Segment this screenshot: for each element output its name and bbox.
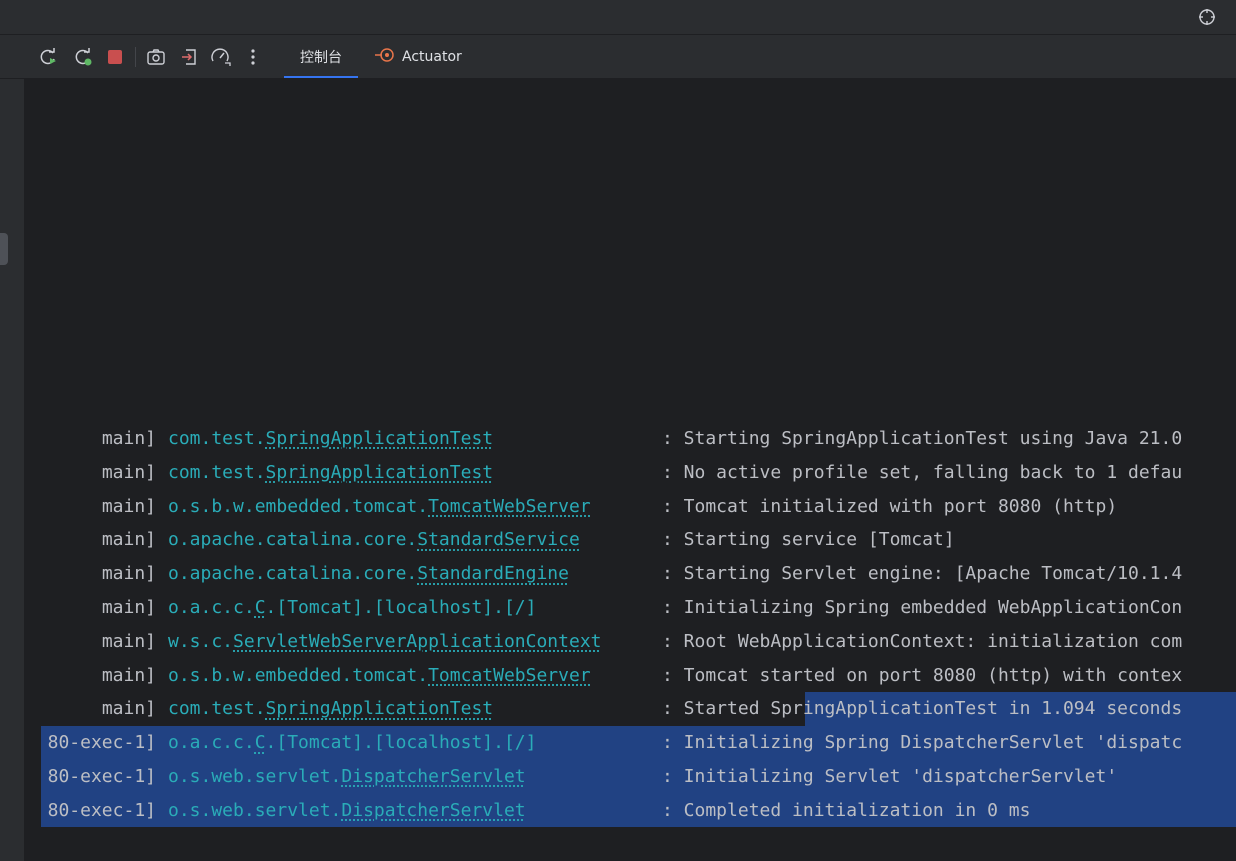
- log-message: : Initializing Spring DispatcherServlet …: [662, 732, 1183, 754]
- log-logger[interactable]: o.s.b.w.embedded.tomcat.TomcatWebServer: [168, 490, 591, 524]
- active-tab-indicator: [284, 76, 358, 78]
- logger-package: o.s.web.servlet.: [168, 766, 342, 787]
- logger-package: o.s.b.w.embedded.tomcat.: [168, 495, 429, 517]
- logger-package: com.test.: [168, 698, 266, 720]
- log-message: : Initializing Servlet 'dispatcherServle…: [662, 766, 1118, 787]
- logger-class-link[interactable]: C: [255, 732, 266, 753]
- log-line[interactable]: main] o.s.b.w.embedded.tomcat.TomcatWebSe…: [25, 490, 1236, 524]
- log-message: : Initializing Spring embedded WebApplic…: [662, 597, 1183, 618]
- logger-package: o.a.c.c.: [168, 597, 255, 618]
- log-thread: main]: [101, 428, 156, 449]
- logger-class-link[interactable]: ServletWebServerApplicationContext: [233, 631, 601, 652]
- log-thread: main]: [101, 495, 156, 517]
- log-message: : Starting service [Tomcat]: [662, 529, 955, 551]
- stop-icon[interactable]: [104, 46, 126, 68]
- actuator-icon: [374, 47, 396, 67]
- toolbar-separator: [135, 47, 136, 67]
- log-message: : Tomcat started on port 8080 (http) wit…: [662, 664, 1183, 686]
- log-message: : Tomcat initialized with port 8080 (htt…: [662, 495, 1118, 517]
- logger-package: o.s.b.w.embedded.tomcat.: [168, 664, 429, 686]
- logger-class-link[interactable]: TomcatWebServer: [428, 665, 591, 686]
- logger-package: w.s.c.: [168, 630, 234, 652]
- rerun-icon[interactable]: [37, 46, 59, 68]
- log-logger[interactable]: o.s.web.servlet.DispatcherServlet: [168, 794, 526, 828]
- log-logger[interactable]: o.apache.catalina.core.StandardService: [168, 523, 580, 557]
- logger-package: o.apache.catalina.core.: [168, 563, 418, 585]
- console-output[interactable]: main] com.test.SpringApplicationTest: Sta…: [25, 79, 1236, 861]
- log-thread: 80-exec-1]: [47, 732, 156, 754]
- log-message: : No active profile set, falling back to…: [662, 461, 1183, 483]
- logger-class-link[interactable]: DispatcherServlet: [341, 800, 525, 821]
- log-logger[interactable]: o.s.web.servlet.DispatcherServlet: [168, 760, 526, 794]
- log-logger[interactable]: o.a.c.c.C.[Tomcat].[localhost].[/]: [168, 726, 536, 760]
- log-line[interactable]: main] w.s.c.ServletWebServerApplicationCo…: [25, 625, 1236, 659]
- logger-class-link[interactable]: TomcatWebServer: [428, 496, 591, 517]
- logger-package: o.a.c.c.: [168, 732, 255, 754]
- logger-class-link[interactable]: C: [255, 597, 266, 618]
- performance-icon[interactable]: [210, 46, 232, 68]
- tab-actuator[interactable]: Actuator: [374, 35, 462, 78]
- log-logger[interactable]: o.s.b.w.embedded.tomcat.TomcatWebServer: [168, 659, 591, 693]
- log-line[interactable]: main] o.apache.catalina.core.StandardServ…: [25, 523, 1236, 557]
- log-message: : Root WebApplicationContext: initializa…: [662, 630, 1183, 652]
- logger-suffix: .[Tomcat].[localhost].[/]: [265, 732, 537, 754]
- more-icon[interactable]: [242, 46, 264, 68]
- log-thread: 80-exec-1]: [47, 766, 156, 787]
- gutter-handle[interactable]: [0, 233, 8, 265]
- log-line[interactable]: main] o.a.c.c.C.[Tomcat].[localhost].[/]:…: [25, 591, 1236, 625]
- log-line[interactable]: main] com.test.SpringApplicationTest : No …: [25, 456, 1236, 490]
- title-bar: [0, 0, 1236, 35]
- tab-console-label: 控制台: [300, 49, 342, 66]
- logger-package: com.test.: [168, 461, 266, 483]
- log-thread: main]: [101, 529, 156, 551]
- log-thread: main]: [101, 664, 156, 686]
- logger-class-link[interactable]: SpringApplicationTest: [266, 462, 494, 483]
- log-line[interactable]: 80-exec-1] o.s.web.servlet.DispatcherServ…: [25, 760, 1236, 794]
- logger-class-link[interactable]: StandardEngine: [417, 563, 569, 584]
- log-line[interactable]: main] com.test.SpringApplicationTest : Sta…: [25, 692, 1236, 726]
- log-line[interactable]: 80-exec-1] o.a.c.c.C.[Tomcat].[localhost]…: [25, 726, 1236, 760]
- logger-suffix: .[Tomcat].[localhost].[/]: [265, 597, 537, 618]
- logger-class-link[interactable]: StandardService: [417, 529, 580, 550]
- log-thread: main]: [101, 461, 156, 483]
- log-thread: main]: [101, 563, 156, 585]
- logger-package: com.test.: [168, 428, 266, 449]
- log-logger[interactable]: com.test.SpringApplicationTest: [168, 422, 493, 456]
- log-logger[interactable]: com.test.SpringApplicationTest: [168, 692, 493, 726]
- tab-console[interactable]: 控制台: [284, 35, 358, 78]
- crosshair-icon[interactable]: [1198, 8, 1216, 26]
- log-logger[interactable]: com.test.SpringApplicationTest: [168, 456, 493, 490]
- log-line[interactable]: 80-exec-1] o.s.web.servlet.DispatcherServ…: [25, 794, 1236, 828]
- log-message: : Starting Servlet engine: [Apache Tomca…: [662, 563, 1183, 585]
- exit-icon[interactable]: [178, 46, 200, 68]
- logger-class-link[interactable]: SpringApplicationTest: [266, 428, 494, 449]
- run-toolbar: 控制台 Actuator: [0, 35, 1236, 79]
- screenshot-icon[interactable]: [145, 46, 167, 68]
- log-thread: main]: [101, 698, 156, 720]
- logger-class-link[interactable]: DispatcherServlet: [341, 766, 525, 787]
- log-line[interactable]: main] o.s.b.w.embedded.tomcat.TomcatWebSe…: [25, 659, 1236, 693]
- log-logger[interactable]: o.a.c.c.C.[Tomcat].[localhost].[/]: [168, 591, 536, 625]
- tab-actuator-label: Actuator: [402, 48, 462, 65]
- logger-class-link[interactable]: SpringApplicationTest: [266, 698, 494, 719]
- log-logger[interactable]: o.apache.catalina.core.StandardEngine: [168, 557, 569, 591]
- rerun-failed-icon[interactable]: [72, 46, 94, 68]
- left-gutter: [0, 35, 25, 861]
- log-line[interactable]: main] o.apache.catalina.core.StandardEngi…: [25, 557, 1236, 591]
- logger-package: o.s.web.servlet.: [168, 799, 342, 821]
- log-thread: 80-exec-1]: [47, 799, 156, 821]
- log-thread: main]: [101, 597, 156, 618]
- logger-package: o.apache.catalina.core.: [168, 529, 418, 551]
- log-logger[interactable]: w.s.c.ServletWebServerApplicationContext: [168, 625, 602, 659]
- log-message: : Completed initialization in 0 ms: [662, 799, 1031, 821]
- log-thread: main]: [101, 630, 156, 652]
- log-line[interactable]: main] com.test.SpringApplicationTest : Sta…: [25, 422, 1236, 456]
- log-message: : Started SpringApplicationTest in 1.094…: [662, 698, 1183, 720]
- log-message: : Starting SpringApplicationTest using J…: [662, 428, 1183, 449]
